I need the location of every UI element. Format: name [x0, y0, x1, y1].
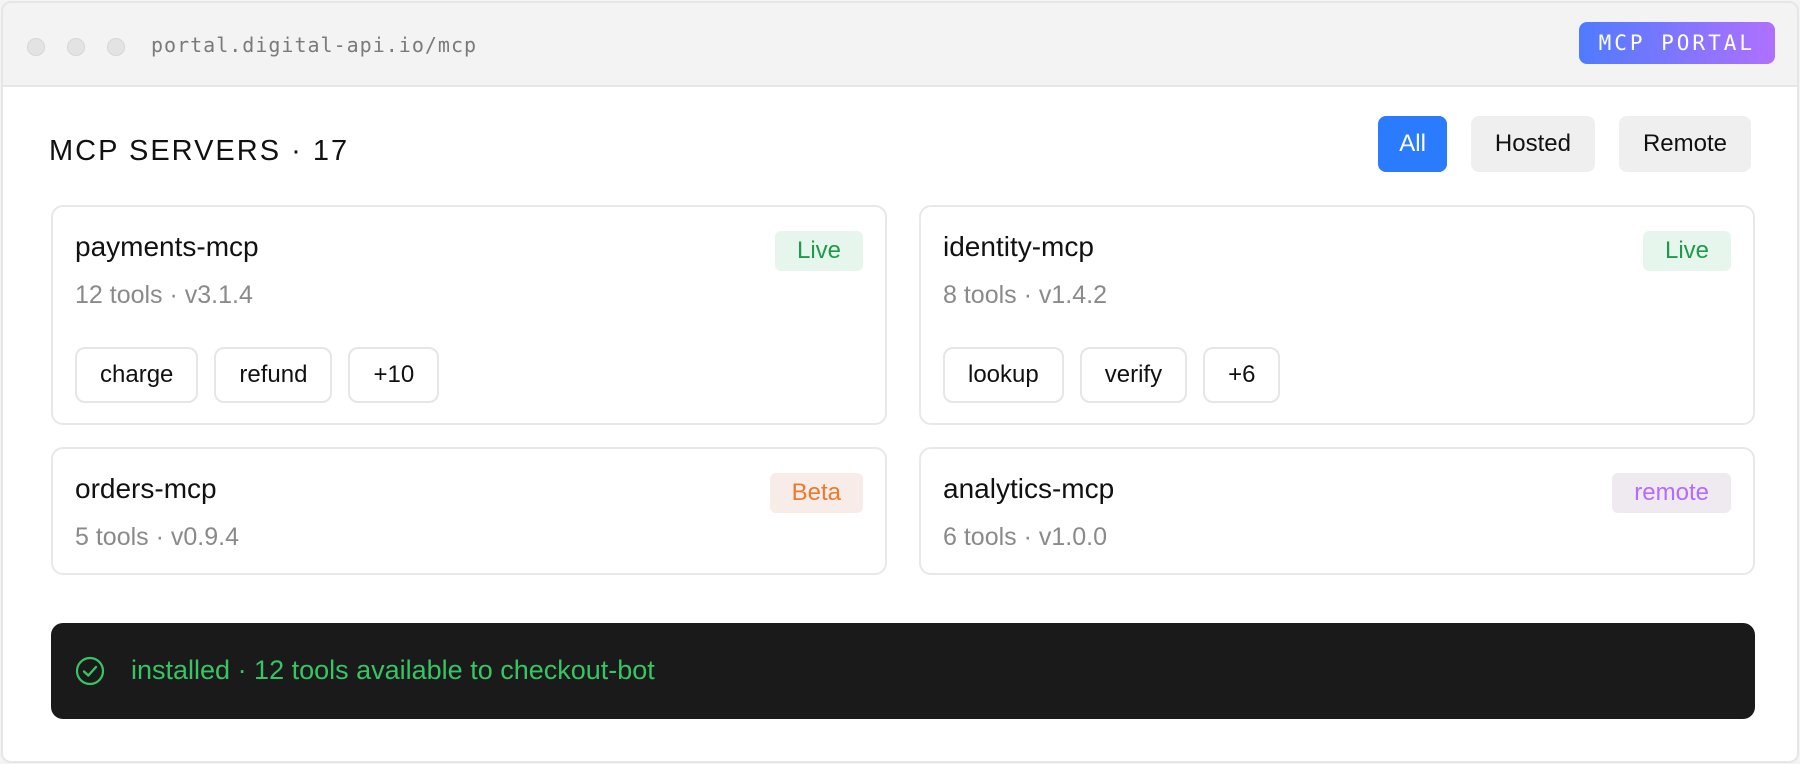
- tool-tag[interactable]: lookup: [943, 347, 1064, 403]
- tool-tags: lookup verify +6: [943, 347, 1281, 403]
- window-maximize-dot[interactable]: [107, 38, 125, 56]
- server-name: orders-mcp: [75, 473, 217, 504]
- server-name: payments-mcp: [75, 231, 259, 262]
- check-circle-icon: [75, 656, 105, 686]
- server-name: identity-mcp: [943, 231, 1094, 262]
- tool-tag[interactable]: verify: [1079, 347, 1188, 403]
- server-meta: 5 tools · v0.9.4: [75, 523, 239, 551]
- server-card-identity[interactable]: identity-mcp Live 8 tools · v1.4.2 looku…: [919, 205, 1755, 425]
- more-tools-tag[interactable]: +6: [1203, 347, 1281, 403]
- tool-tag[interactable]: charge: [75, 347, 199, 403]
- server-card-orders[interactable]: orders-mcp Beta 5 tools · v0.9.4: [51, 447, 887, 575]
- tool-tag[interactable]: refund: [214, 347, 333, 403]
- toast-message: installed · 12 tools available to checko…: [131, 655, 655, 685]
- address-bar[interactable]: portal.digital-api.io/mcp: [151, 33, 477, 57]
- tool-tags: charge refund +10: [75, 347, 440, 403]
- server-meta: 6 tools · v1.0.0: [943, 523, 1107, 551]
- filter-remote-button[interactable]: Remote: [1618, 116, 1751, 172]
- more-tools-tag[interactable]: +10: [348, 347, 440, 403]
- status-badge: Live: [1642, 231, 1731, 271]
- server-meta: 12 tools · v3.1.4: [75, 281, 253, 309]
- install-toast: installed · 12 tools available to checko…: [51, 623, 1755, 719]
- status-badge: Beta: [769, 473, 863, 513]
- filter-all-button[interactable]: All: [1378, 116, 1447, 172]
- server-meta: 8 tools · v1.4.2: [943, 281, 1107, 309]
- status-badge: remote: [1612, 473, 1731, 513]
- window-close-dot[interactable]: [27, 38, 45, 56]
- window-minimize-dot[interactable]: [67, 38, 85, 56]
- status-badge: Live: [774, 231, 863, 271]
- server-card-analytics[interactable]: analytics-mcp remote 6 tools · v1.0.0: [919, 447, 1755, 575]
- filter-group: All Hosted Remote: [1378, 116, 1751, 172]
- title-bar: portal.digital-api.io/mcp MCP PORTAL: [3, 3, 1797, 87]
- portal-badge: MCP PORTAL: [1578, 22, 1775, 64]
- page-title: MCP SERVERS · 17: [49, 135, 350, 167]
- server-name: analytics-mcp: [943, 473, 1115, 504]
- browser-window: portal.digital-api.io/mcp MCP PORTAL MCP…: [1, 1, 1799, 763]
- server-card-payments[interactable]: payments-mcp Live 12 tools · v3.1.4 char…: [51, 205, 887, 425]
- filter-hosted-button[interactable]: Hosted: [1470, 116, 1595, 172]
